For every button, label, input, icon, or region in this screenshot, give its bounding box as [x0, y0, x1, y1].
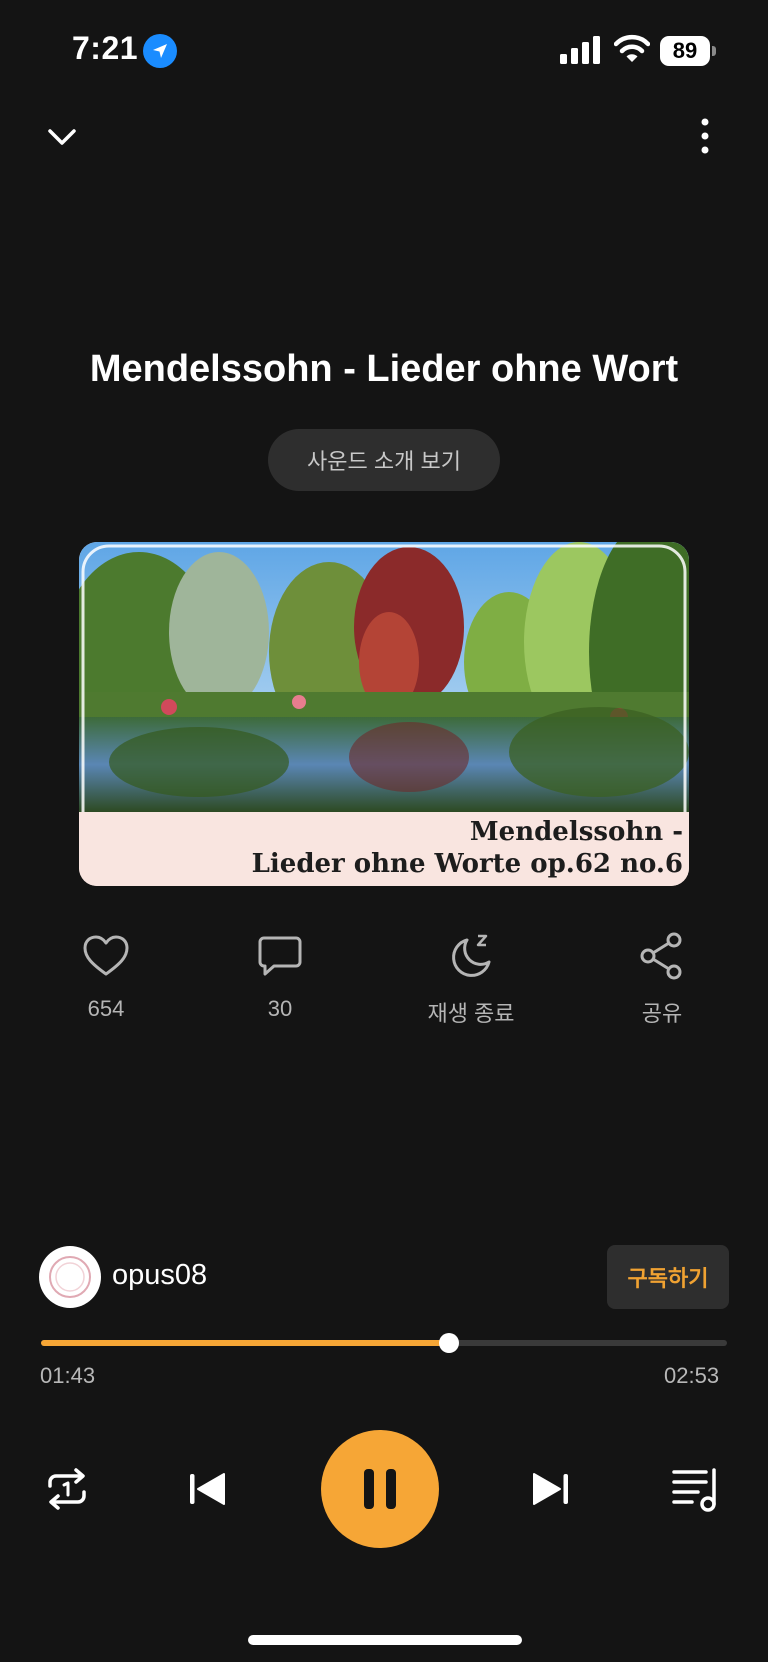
- total-time: 02:53: [664, 1363, 720, 1388]
- garden-pond-image: [79, 542, 689, 812]
- share-icon: [640, 932, 682, 980]
- artwork-caption: Mendelssohn - Lieder ohne Worte op.62 no…: [79, 812, 689, 886]
- previous-icon[interactable]: [184, 1466, 230, 1512]
- repeat-one-icon[interactable]: [42, 1464, 92, 1514]
- battery-level: 89: [672, 38, 698, 63]
- signal-icon: [560, 36, 600, 64]
- chevron-down-icon[interactable]: [40, 115, 84, 159]
- like-count: 654: [87, 996, 125, 1021]
- progress-thumb[interactable]: [439, 1333, 460, 1353]
- current-time: 01:43: [40, 1363, 96, 1388]
- pause-button[interactable]: [321, 1430, 439, 1548]
- comment-count: 30: [267, 996, 293, 1021]
- progress-fill: [41, 1340, 450, 1346]
- artwork-caption-line2: Lieder ohne Worte op.62 no.6: [251, 849, 683, 879]
- comment-action[interactable]: 30: [220, 930, 340, 1022]
- comment-icon: [258, 936, 302, 976]
- wifi-icon: [614, 34, 650, 62]
- status-time: 7:21: [72, 30, 139, 66]
- progress-bar[interactable]: [41, 1333, 727, 1353]
- pause-icon: [364, 1469, 396, 1509]
- sleep-timer-icon: [452, 934, 491, 977]
- subscribe-button[interactable]: 구독하기: [607, 1245, 729, 1309]
- share-label: 공유: [641, 1001, 683, 1026]
- track-title: Mendelssohn - Lieder ohne Wort: [89, 348, 679, 390]
- channel-avatar[interactable]: [39, 1246, 101, 1308]
- share-action[interactable]: 공유: [602, 930, 722, 1028]
- sleep-timer-action[interactable]: 재생 종료: [411, 930, 531, 1028]
- next-icon[interactable]: [528, 1466, 574, 1512]
- channel-logo: [49, 1256, 91, 1298]
- more-vertical-icon[interactable]: [688, 115, 722, 159]
- battery-icon: 89: [660, 36, 716, 66]
- artwork-caption-line1: Mendelssohn -: [469, 817, 683, 847]
- home-indicator: [248, 1635, 522, 1645]
- channel-name[interactable]: opus08: [112, 1259, 207, 1292]
- like-action[interactable]: 654: [46, 930, 166, 1022]
- location-icon: [143, 34, 177, 68]
- playlist-icon[interactable]: [670, 1464, 722, 1516]
- sleep-timer-label: 재생 종료: [427, 1001, 515, 1026]
- heart-icon: [83, 935, 129, 976]
- sound-intro-button[interactable]: 사운드 소개 보기: [268, 429, 500, 491]
- album-artwork: Mendelssohn - Lieder ohne Worte op.62 no…: [79, 542, 689, 886]
